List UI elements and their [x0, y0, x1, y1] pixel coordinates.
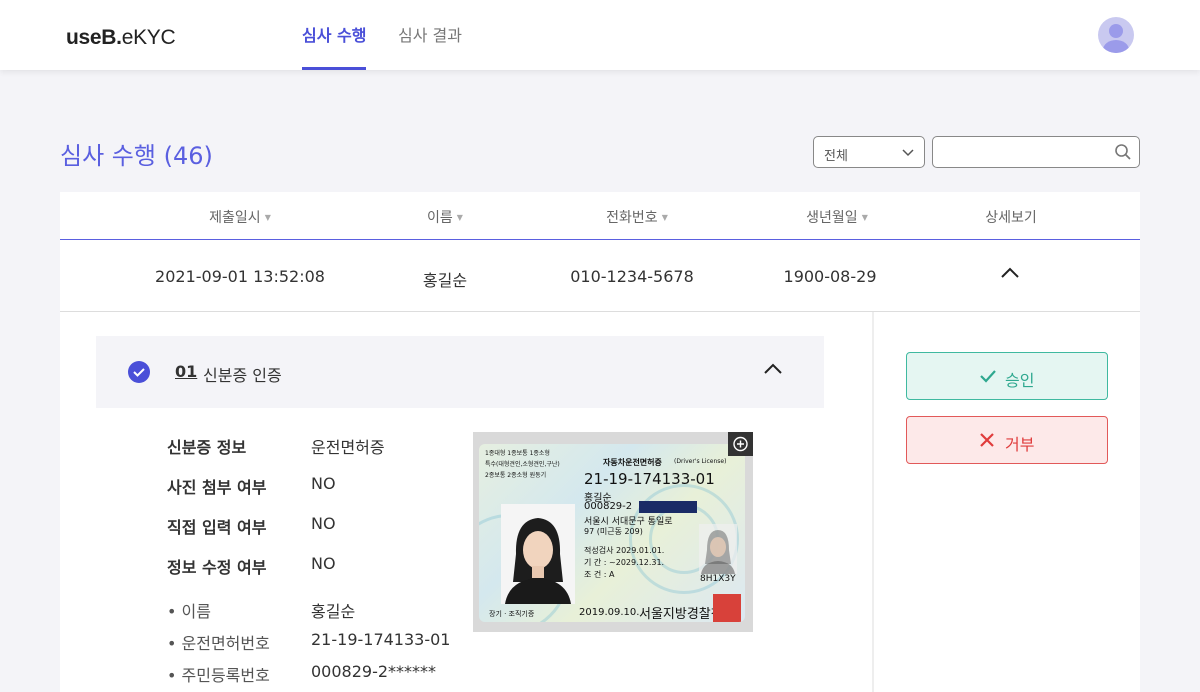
filter-select[interactable]: 전체 [813, 136, 925, 168]
field-label-name: • 이름 [167, 602, 211, 621]
top-navigation-bar: useB.eKYC 심사 수행 심사 결과 [0, 0, 1200, 70]
table-row[interactable]: 2021-09-01 13:52:08 홍길순 010-1234-5678 19… [60, 240, 1140, 312]
card-condition: 조 건 : A [584, 570, 615, 579]
step-number: 01 [175, 362, 198, 381]
info-label-manual-input: 직접 입력 여부 [167, 518, 267, 537]
approve-label: 승인 [1005, 371, 1035, 390]
info-label-id-type: 신분증 정보 [167, 438, 247, 457]
field-label-license-number: • 운전면허번호 [167, 634, 270, 653]
card-license-number: 21-19-174133-01 [584, 470, 715, 488]
column-header-submitted[interactable]: 제출일시 ▼ [209, 207, 271, 227]
card-rrn: 000829-2 [584, 501, 633, 512]
approve-button[interactable]: 승인 [906, 352, 1108, 400]
avatar-head-shape [1109, 24, 1123, 38]
info-value-photo-attached: NO [311, 474, 336, 493]
reject-label: 거부 [1005, 435, 1035, 454]
id-card-image[interactable]: 1종대형 1종보통 1종소형 특수(대형견인,소형견인,구난) 2종보통 2종소… [473, 432, 753, 632]
drivers-license-card: 1종대형 1종보통 1종소형 특수(대형견인,소형견인,구난) 2종보통 2종소… [479, 444, 745, 622]
redaction-bar [639, 501, 697, 513]
id-ghost-photo [699, 524, 737, 574]
tab-review-in-progress[interactable]: 심사 수행 [302, 22, 367, 70]
card-license-classes: 1종대형 1종보통 1종소형 [485, 450, 550, 457]
close-icon [980, 433, 994, 447]
app-logo[interactable]: useB.eKYC [66, 26, 176, 50]
card-title-en: (Driver's License) [674, 458, 727, 465]
cell-phone: 010-1234-5678 [570, 267, 694, 286]
card-issued-date: 2019.09.10. [579, 607, 640, 618]
sort-icon: ▼ [456, 213, 463, 222]
reject-button[interactable]: 거부 [906, 416, 1108, 464]
official-seal [713, 594, 741, 622]
row-detail-panel: 01 신분증 인증 신분증 정보 운전면허증 사진 첨부 여부 NO 직접 입력… [60, 312, 1140, 692]
check-circle-icon [128, 361, 150, 383]
check-icon [980, 370, 996, 383]
user-avatar[interactable] [1098, 17, 1134, 53]
card-period: 기 간 : ~2029.12.31. [584, 558, 665, 567]
info-value-manual-input: NO [311, 514, 336, 533]
cell-name: 홍길순 [422, 271, 468, 290]
tab-review-results[interactable]: 심사 결과 [398, 22, 462, 70]
card-aptitude: 적성검사 2029.01.01. [584, 546, 665, 555]
step-header[interactable]: 01 신분증 인증 [96, 336, 824, 408]
info-label-photo-attached: 사진 첨부 여부 [167, 478, 267, 497]
column-header-phone[interactable]: 전화번호 ▼ [606, 207, 668, 227]
card-donor-mark: 장기 · 조직기증 [489, 610, 535, 618]
sort-icon: ▼ [264, 213, 271, 222]
sort-icon: ▼ [861, 213, 868, 222]
search-box [932, 136, 1140, 168]
card-address-2: 97 (미근동 209) [584, 527, 643, 536]
chevron-down-icon [902, 149, 914, 157]
step-title: 신분증 인증 [203, 366, 282, 385]
chevron-up-icon[interactable] [1000, 266, 1020, 280]
cell-birth: 1900-08-29 [783, 267, 877, 286]
info-value-id-type: 운전면허증 [311, 438, 385, 457]
sort-icon: ▼ [661, 213, 668, 222]
column-header-name[interactable]: 이름 ▼ [427, 207, 463, 227]
column-header-birth[interactable]: 생년월일 ▼ [806, 207, 868, 227]
search-input[interactable] [939, 138, 1109, 166]
card-license-classes-2: 특수(대형견인,소형견인,구난) [485, 461, 560, 468]
info-value-info-edited: NO [311, 554, 336, 573]
info-label-info-edited: 정보 수정 여부 [167, 558, 267, 577]
chevron-up-icon[interactable] [762, 361, 784, 377]
field-label-resident-number: • 주민등록번호 [167, 666, 270, 685]
panel-divider [872, 312, 874, 692]
table-header: 제출일시 ▼ 이름 ▼ 전화번호 ▼ 생년월일 ▼ 상세보기 [60, 192, 1140, 240]
field-value-name: 홍길순 [311, 602, 356, 621]
card-code: 8H1X3Y [700, 574, 736, 584]
avatar-body-shape [1103, 40, 1129, 53]
card-title: 자동차운전면허증 [603, 458, 662, 467]
zoom-in-icon[interactable] [728, 432, 753, 456]
card-license-classes-3: 2종보통 2종소형 원동기 [485, 472, 547, 479]
page-title: 심사 수행 (46) [60, 142, 213, 170]
cell-submitted-at: 2021-09-01 13:52:08 [155, 267, 325, 286]
filter-selected-value: 전체 [824, 149, 848, 164]
field-value-resident-number: 000829-2****** [311, 662, 437, 681]
search-icon[interactable] [1114, 143, 1132, 161]
id-photo [501, 504, 575, 604]
column-header-detail: 상세보기 [985, 210, 1037, 226]
field-value-license-number: 21-19-174133-01 [311, 630, 451, 649]
